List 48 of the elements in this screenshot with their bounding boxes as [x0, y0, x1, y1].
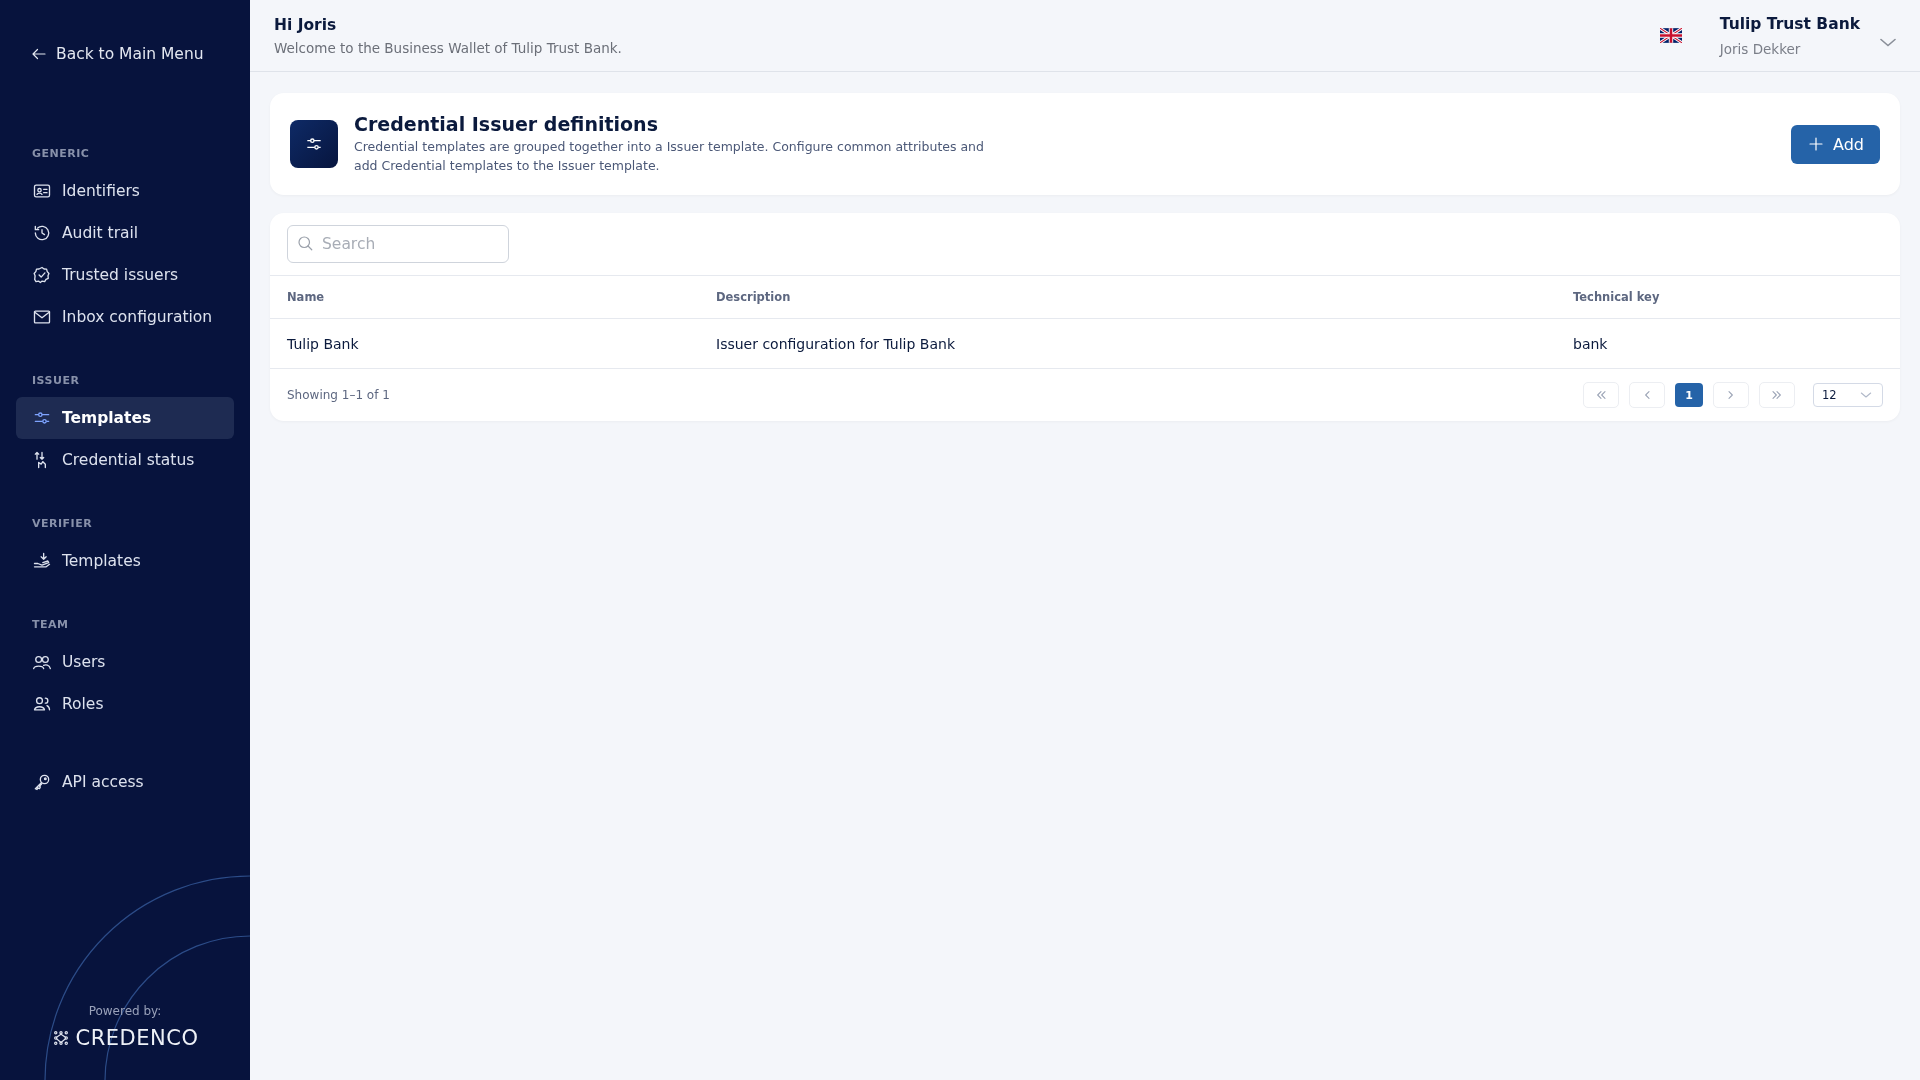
- column-header: Technical key: [1556, 276, 1900, 319]
- first-page-button[interactable]: [1583, 382, 1619, 408]
- next-page-button[interactable]: [1713, 382, 1749, 408]
- user-name: Joris Dekker: [1719, 40, 1802, 57]
- sliders-icon: [290, 120, 338, 168]
- plus-icon: [1807, 135, 1825, 153]
- sidebar-item[interactable]: API access: [16, 761, 234, 803]
- section-heading: VERIFIER: [31, 517, 94, 530]
- page-size-select[interactable]: 12: [1813, 383, 1883, 407]
- column-header: Description: [699, 276, 1556, 319]
- chevron-down-icon: [1880, 38, 1896, 47]
- page-description: Credential templates are grouped together into a Issuer template. Configure common attributes and add Credential templates to the Issuer template.: [354, 138, 985, 175]
- sidebar-item[interactable]: Audit trail: [16, 212, 234, 254]
- welcome-text: Welcome to the Business Wallet of Tulip Trust Bank.: [274, 39, 622, 56]
- badge-check-icon: [32, 265, 52, 285]
- key-icon: [32, 772, 52, 792]
- sidebar-item[interactable]: Inbox configuration: [16, 296, 234, 338]
- brand-name: CREDENCO: [75, 1026, 199, 1050]
- section-heading: ISSUER: [31, 374, 81, 387]
- flag-icon: [1659, 28, 1682, 43]
- organization-name: Tulip Trust Bank: [1719, 14, 1860, 33]
- page-button[interactable]: 1: [1675, 383, 1703, 407]
- last-page-button[interactable]: [1759, 382, 1795, 408]
- sidebar-item[interactable]: Identifiers: [16, 170, 234, 212]
- greeting: Hi Joris: [274, 15, 338, 34]
- powered-by-label: Powered by:: [88, 1004, 162, 1018]
- column-header: Name: [270, 276, 699, 319]
- sidebar-item[interactable]: Templates: [16, 540, 234, 582]
- search-field[interactable]: Search: [287, 225, 509, 263]
- section-heading: TEAM: [31, 618, 70, 631]
- sidebar-item[interactable]: Templates: [16, 397, 234, 439]
- hand-download-icon: [32, 551, 52, 571]
- sidebar-item[interactable]: Trusted issuers: [16, 254, 234, 296]
- sidebar-item[interactable]: Users: [16, 641, 234, 683]
- section-heading: GENERIC: [31, 147, 91, 160]
- user-group-icon: [32, 694, 52, 714]
- sidebar-item[interactable]: Credential status: [16, 439, 234, 481]
- table-cell: Issuer configuration for Tulip Bank: [699, 319, 1556, 369]
- sidebar-item[interactable]: Roles: [16, 683, 234, 725]
- showing-count: Showing 1–1 of 1: [287, 388, 390, 402]
- add-button[interactable]: Add: [1791, 124, 1880, 164]
- back-link[interactable]: Back to Main Menu: [30, 45, 250, 63]
- page-title: Credential Issuer definitions: [354, 113, 659, 135]
- previous-page-button[interactable]: [1629, 382, 1665, 408]
- network-logo-icon: [51, 1029, 70, 1047]
- table-cell: Tulip Bank: [270, 319, 699, 369]
- history-icon: [32, 223, 52, 243]
- table-cell: bank: [1556, 319, 1900, 369]
